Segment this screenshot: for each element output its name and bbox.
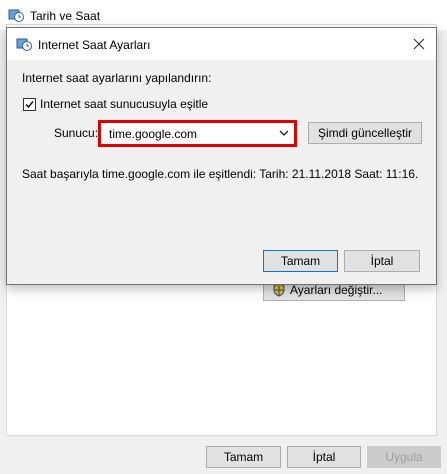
- parent-apply-button[interactable]: Uygula: [367, 446, 441, 468]
- change-settings-label: Ayarları değiştir...: [290, 283, 383, 297]
- dialog-ok-button[interactable]: Tamam: [263, 250, 338, 272]
- dialog-titlebar: Internet Saat Ayarları: [7, 28, 436, 60]
- clock-globe-icon: [8, 9, 24, 22]
- internet-time-dialog: Internet Saat Ayarları Internet saat aya…: [6, 27, 437, 285]
- server-select-value: time.google.com: [109, 127, 198, 141]
- chevron-down-icon: [279, 130, 289, 136]
- update-now-button[interactable]: Şimdi güncelleştir: [308, 122, 422, 144]
- sync-status-text: Saat başarıyla time.google.com ile eşitl…: [22, 167, 419, 181]
- parent-window-title: Tarih ve Saat: [30, 9, 101, 23]
- dialog-cancel-button[interactable]: İptal: [344, 250, 420, 272]
- parent-ok-button[interactable]: Tamam: [206, 446, 281, 468]
- dialog-title: Internet Saat Ayarları: [38, 38, 151, 52]
- sync-checkbox[interactable]: [23, 98, 36, 111]
- close-icon[interactable]: [411, 36, 427, 52]
- checkmark-icon: [25, 101, 34, 109]
- uac-shield-icon: [273, 283, 285, 297]
- parent-cancel-button[interactable]: İptal: [287, 446, 361, 468]
- clock-globe-icon: [16, 38, 32, 51]
- server-label: Sunucu:: [54, 126, 99, 140]
- sync-checkbox-label[interactable]: Internet saat sunucusuyla eşitle: [40, 97, 208, 111]
- instruction-text: Internet saat ayarlarını yapılandırın:: [22, 71, 212, 85]
- server-select[interactable]: time.google.com: [98, 120, 297, 147]
